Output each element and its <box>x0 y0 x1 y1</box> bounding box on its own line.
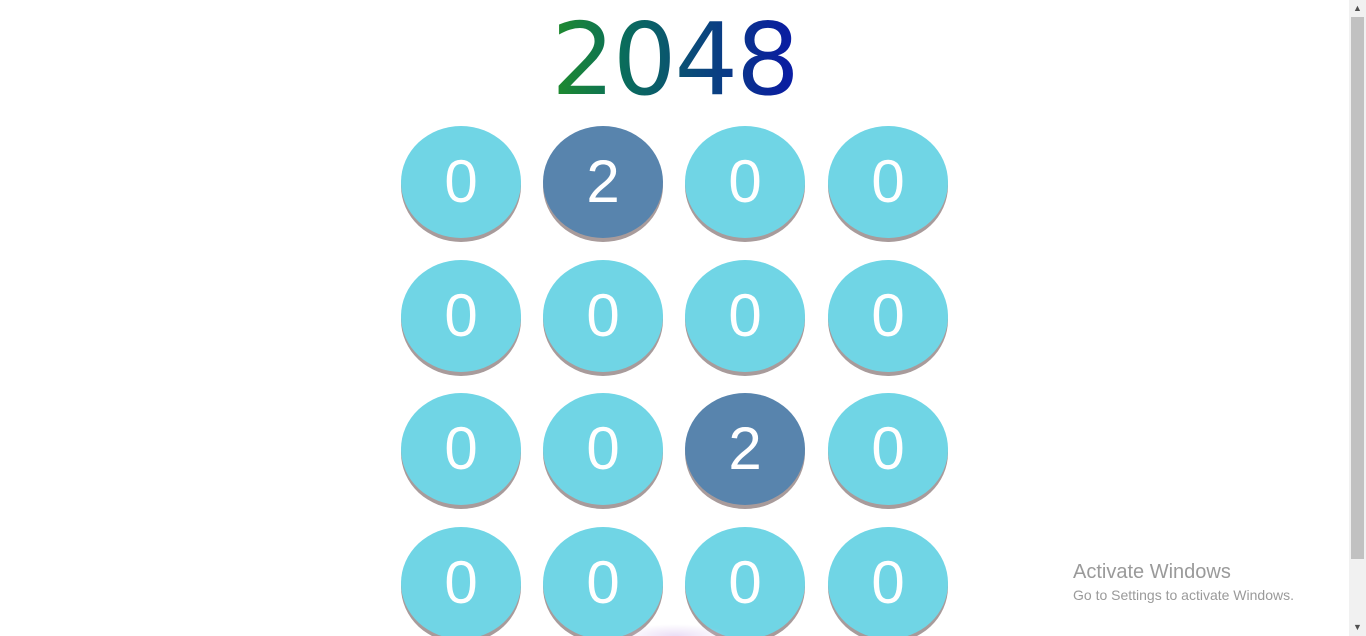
activate-windows-watermark: Activate Windows Go to Settings to activ… <box>1073 560 1294 605</box>
tile-r3-c3[interactable]: 2 <box>685 393 805 505</box>
tile-r4-c2[interactable]: 0 <box>543 527 663 636</box>
scrollbar-thumb[interactable] <box>1351 17 1364 559</box>
tile-r2-c2[interactable]: 0 <box>543 260 663 372</box>
tile-r4-c3[interactable]: 0 <box>685 527 805 636</box>
tile-r4-c4[interactable]: 0 <box>828 527 948 636</box>
tile-r3-c4[interactable]: 0 <box>828 393 948 505</box>
tile-r1-c2[interactable]: 2 <box>543 126 663 238</box>
watermark-subtitle: Go to Settings to activate Windows. <box>1073 587 1294 603</box>
tile-r1-c4[interactable]: 0 <box>828 126 948 238</box>
scroll-down-arrow-icon[interactable]: ▼ <box>1349 619 1366 636</box>
game-page: 2048 0 2 0 0 0 0 0 0 0 0 2 0 0 0 0 0 Act… <box>0 0 1349 636</box>
watermark-title: Activate Windows <box>1073 561 1231 583</box>
tile-r2-c3[interactable]: 0 <box>685 260 805 372</box>
game-title: 2048 <box>0 10 1349 110</box>
tile-r1-c1[interactable]: 0 <box>401 126 521 238</box>
tile-r2-c1[interactable]: 0 <box>401 260 521 372</box>
scroll-up-arrow-icon[interactable]: ▲ <box>1349 0 1366 17</box>
tile-r3-c2[interactable]: 0 <box>543 393 663 505</box>
vertical-scrollbar[interactable]: ▲ ▼ <box>1349 0 1366 636</box>
tile-r2-c4[interactable]: 0 <box>828 260 948 372</box>
tile-r4-c1[interactable]: 0 <box>401 527 521 636</box>
tile-r1-c3[interactable]: 0 <box>685 126 805 238</box>
tile-r3-c1[interactable]: 0 <box>401 393 521 505</box>
